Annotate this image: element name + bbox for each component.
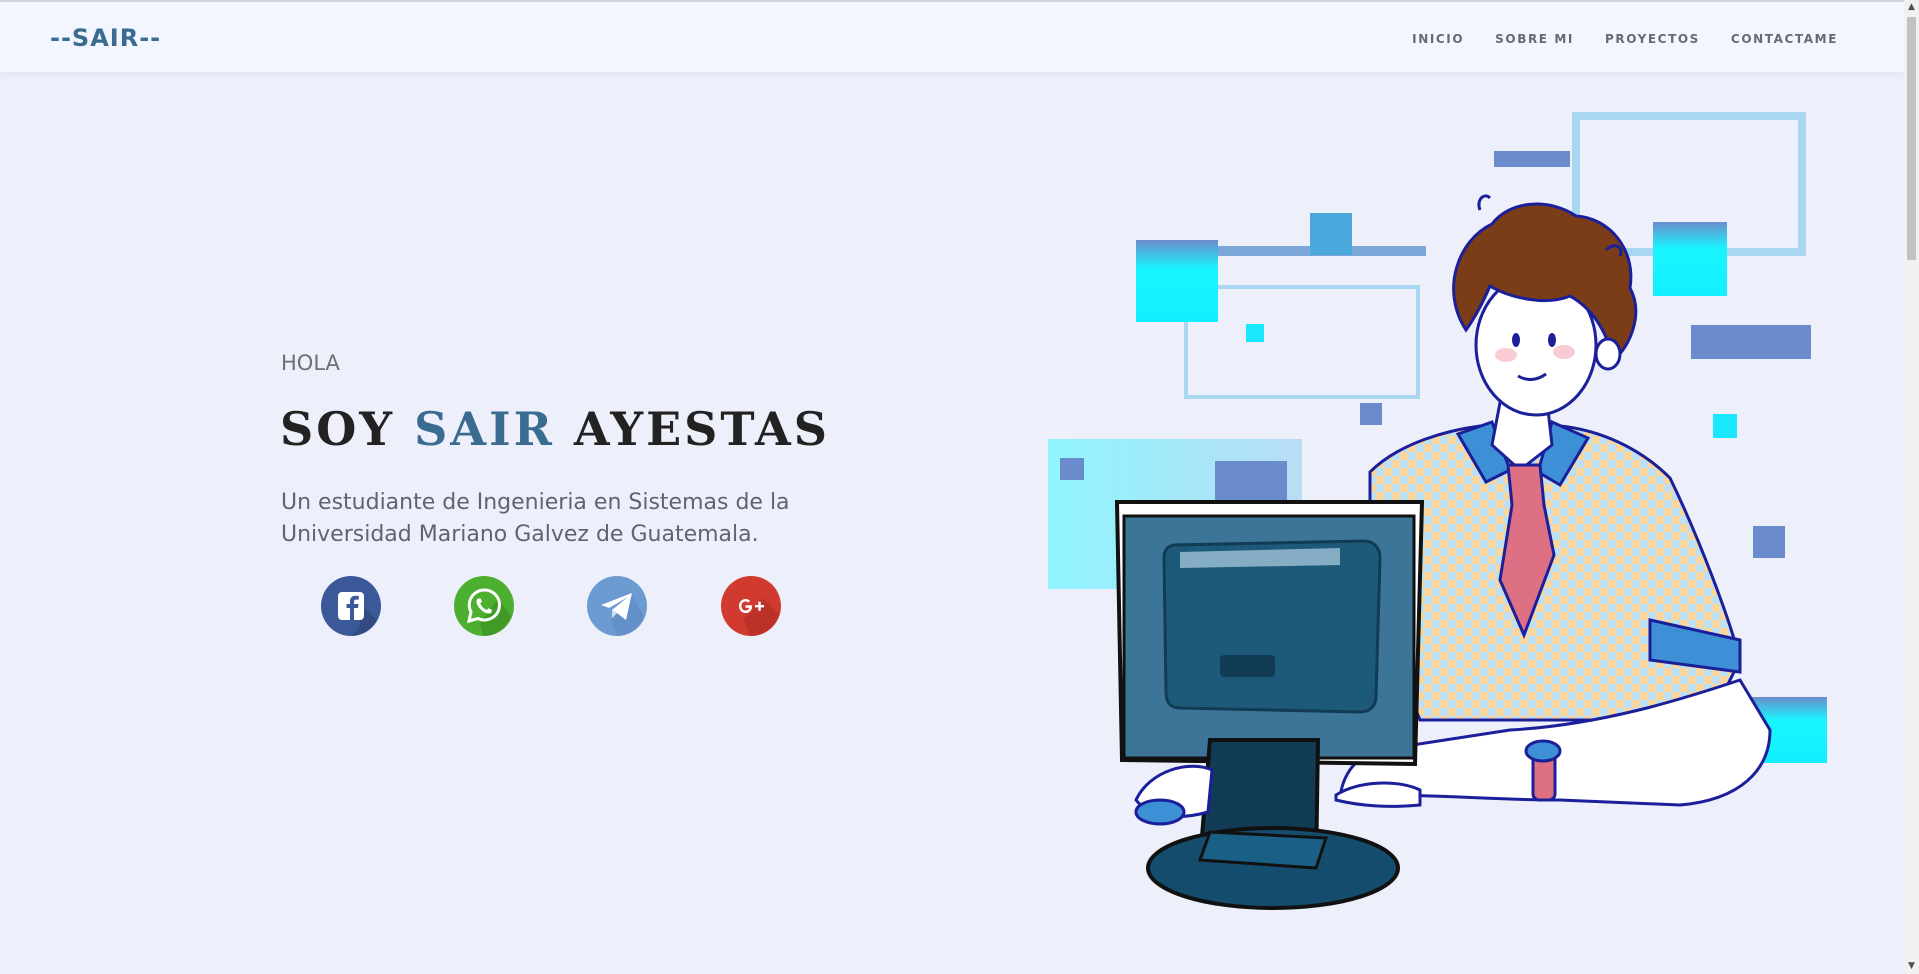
hero-greeting: HOLA <box>281 351 340 375</box>
nav-item-inicio[interactable]: INICIO <box>1412 32 1464 46</box>
page-scrollbar[interactable]: ▲ ▼ <box>1904 0 1919 974</box>
headline-pre: SOY <box>280 402 396 456</box>
site-logo[interactable]: --SAIR-- <box>50 24 161 52</box>
facebook-link[interactable] <box>321 576 381 636</box>
developer-illustration <box>1048 112 1827 910</box>
whatsapp-link[interactable] <box>454 576 514 636</box>
nav-item-proyectos[interactable]: PROYECTOS <box>1605 32 1700 46</box>
nav-item-contactame[interactable]: CONTACTAME <box>1731 32 1838 46</box>
google-plus-link[interactable] <box>721 576 781 636</box>
whatsapp-icon <box>454 576 514 636</box>
telegram-icon <box>587 576 647 636</box>
navbar: --SAIR-- INICIO SOBRE MI PROYECTOS CONTA… <box>0 2 1904 72</box>
facebook-icon <box>321 576 381 636</box>
main-nav: INICIO SOBRE MI PROYECTOS CONTACTAME <box>1381 32 1838 46</box>
hero-description: Un estudiante de Ingenieria en Sistemas … <box>281 490 790 547</box>
headline-name: SAIR <box>414 402 555 456</box>
hero-headline: SOY SAIR AYESTAS <box>280 402 830 456</box>
scrollbar-thumb[interactable] <box>1907 17 1916 260</box>
scroll-up-icon[interactable]: ▲ <box>1904 0 1919 15</box>
telegram-link[interactable] <box>587 576 647 636</box>
nav-item-sobre-mi[interactable]: SOBRE MI <box>1495 32 1574 46</box>
google-plus-icon <box>721 576 781 636</box>
headline-post: AYESTAS <box>573 402 830 456</box>
scroll-down-icon[interactable]: ▼ <box>1904 959 1919 974</box>
